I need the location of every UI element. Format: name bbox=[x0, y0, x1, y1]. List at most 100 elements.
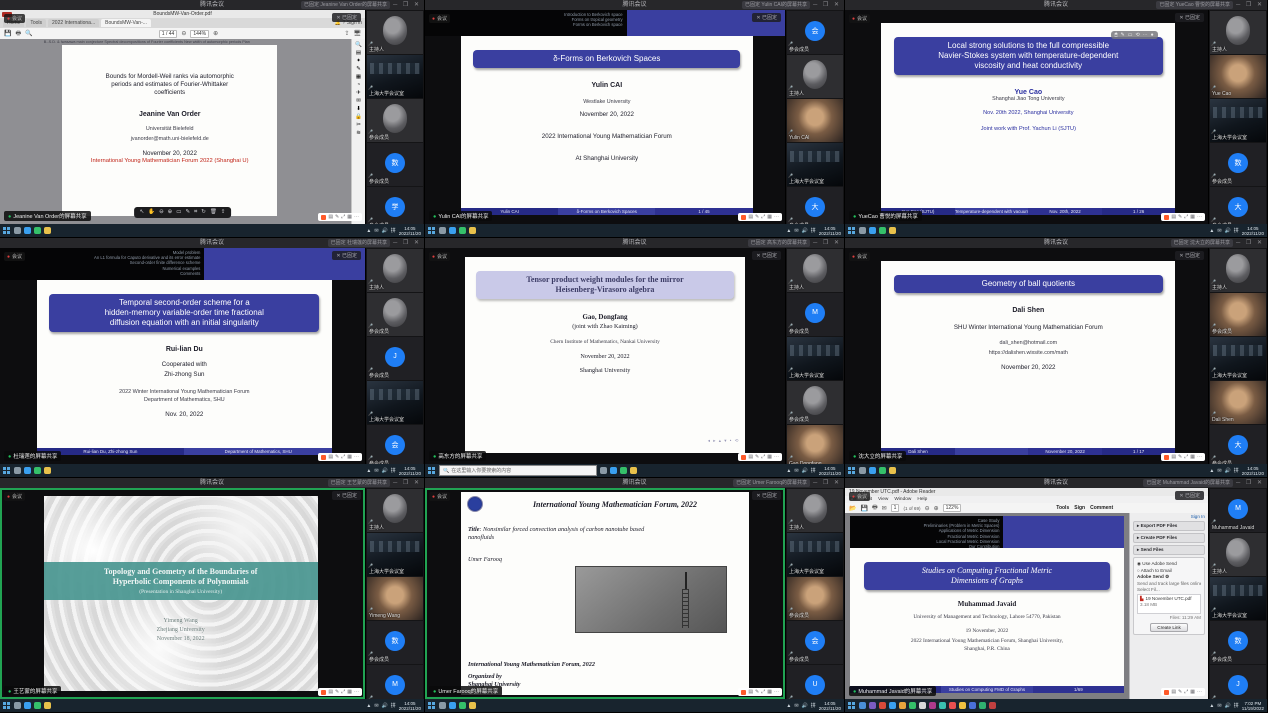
tray-icon[interactable]: ✉ bbox=[794, 468, 798, 474]
meeting-tool-icon[interactable]: ✎ bbox=[755, 689, 759, 695]
taskbar-app-icon[interactable] bbox=[879, 702, 886, 709]
meeting-tool-icon[interactable]: ⋯ bbox=[774, 454, 779, 460]
meeting-tool-icon[interactable]: ✎ bbox=[1178, 454, 1182, 460]
meeting-tool-icon[interactable]: ⤢ bbox=[341, 454, 345, 460]
floating-tool-icon[interactable]: ⊖ bbox=[159, 209, 164, 216]
tray-icon[interactable]: 🔊 bbox=[802, 468, 808, 474]
participant-tile[interactable]: J🎤参会成员 bbox=[1210, 665, 1266, 699]
participant-tile[interactable]: 🎤参会成员 bbox=[787, 577, 843, 620]
meeting-toolbar[interactable]: ▤✎⤢▦⋯ bbox=[1161, 213, 1205, 221]
taskbar-app-icon[interactable] bbox=[14, 467, 21, 474]
tray-icon[interactable]: 拼 bbox=[391, 702, 396, 709]
participant-tile[interactable]: 🎤参会成员 bbox=[787, 381, 843, 424]
acrobat-floating-toolbar[interactable]: ↖✋⊖⊕▭✎⌗↻🗑⇪ bbox=[134, 207, 232, 218]
meeting-tool-icon[interactable]: ✎ bbox=[1178, 689, 1182, 695]
meeting-toolbar[interactable]: ▤✎⤢▦⋯ bbox=[738, 213, 782, 221]
participant-tile[interactable]: 🎤参会成员 bbox=[1210, 293, 1266, 336]
meeting-tool-icon[interactable]: ⋯ bbox=[354, 214, 359, 220]
save-icon[interactable]: 💾 bbox=[860, 505, 867, 512]
meeting-tool-icon[interactable]: ⋯ bbox=[354, 454, 359, 460]
taskbar-app-icon[interactable] bbox=[889, 467, 896, 474]
participant-tile[interactable]: 🎤主持人 bbox=[1210, 249, 1266, 292]
meeting-tool-icon[interactable]: ✎ bbox=[335, 214, 339, 220]
taskbar-app-icon[interactable] bbox=[459, 702, 466, 709]
floating-tool-icon[interactable]: ▭ bbox=[176, 209, 181, 216]
radio-attach-email[interactable]: ○ Attach to Email bbox=[1137, 568, 1201, 573]
participant-tile[interactable]: U🎤参会成员 bbox=[787, 665, 843, 699]
acrobat-tab[interactable]: 2022 Internationa... bbox=[48, 19, 99, 27]
taskbar-app-icon[interactable] bbox=[909, 702, 916, 709]
tool-rail-icon[interactable]: ✦ bbox=[356, 58, 361, 64]
floating-tool-icon[interactable]: ↖ bbox=[140, 209, 145, 216]
pane-link-tools[interactable]: Tools bbox=[1056, 505, 1069, 511]
tray-icon[interactable]: ▲ bbox=[1209, 468, 1214, 474]
participant-tile[interactable]: 数🎤参会成员 bbox=[367, 143, 423, 186]
meeting-tool-icon[interactable]: ▦ bbox=[767, 214, 772, 220]
pane-section[interactable]: ▸ Export PDF Files bbox=[1133, 521, 1205, 531]
radio-use-adobe-send[interactable]: ◉ Use Adobe Send bbox=[1137, 561, 1201, 567]
tray-icon[interactable]: ▲ bbox=[366, 703, 371, 709]
participant-tile[interactable]: 🎤上海大学会议室 bbox=[787, 337, 843, 380]
taskbar-app-icon[interactable] bbox=[34, 467, 41, 474]
tray-icon[interactable]: 拼 bbox=[811, 467, 816, 474]
tray-icon[interactable]: ▲ bbox=[786, 703, 791, 709]
taskbar-app-icon[interactable] bbox=[459, 227, 466, 234]
tool-rail-icon[interactable]: ▦ bbox=[356, 74, 361, 80]
annotation-icon[interactable]: ▭ bbox=[1128, 32, 1133, 38]
tray-icon[interactable]: 🔊 bbox=[802, 228, 808, 234]
participant-tile[interactable]: 🎤主持人 bbox=[367, 11, 423, 54]
meeting-tool-icon[interactable]: ⋯ bbox=[774, 214, 779, 220]
meeting-tool-icon[interactable]: ▦ bbox=[1190, 454, 1195, 460]
participant-tile[interactable]: 🎤上海大学会议室 bbox=[367, 533, 423, 576]
start-button[interactable] bbox=[428, 227, 436, 235]
pinned-tab[interactable]: ✕ 已固定 bbox=[752, 491, 781, 500]
taskbar-app-icon[interactable] bbox=[869, 227, 876, 234]
meeting-tool-icon[interactable]: ⋯ bbox=[774, 689, 779, 695]
window-tab[interactable]: 已固定 杜瑞莲的屏幕共享 bbox=[328, 239, 390, 247]
taskbar-app-icon[interactable] bbox=[899, 702, 906, 709]
tray-icon[interactable]: 🔊 bbox=[1225, 468, 1231, 474]
tool-rail-icon[interactable]: ≋ bbox=[356, 130, 361, 136]
taskbar-app-icon[interactable] bbox=[34, 702, 41, 709]
floating-tool-icon[interactable]: ↻ bbox=[201, 209, 206, 216]
window-controls[interactable]: ─ ❐ ✕ bbox=[813, 0, 841, 10]
floating-tool-icon[interactable]: ⇪ bbox=[221, 209, 226, 216]
zoom-level[interactable]: 122% bbox=[943, 504, 962, 512]
window-controls[interactable]: ─ ❐ ✕ bbox=[813, 478, 841, 488]
menu-item[interactable]: Window bbox=[894, 497, 911, 502]
zoom-in-icon[interactable]: ⊕ bbox=[213, 30, 218, 37]
taskbar-app-icon[interactable] bbox=[939, 702, 946, 709]
present-icon[interactable]: 🖥 bbox=[353, 30, 361, 37]
meeting-tool-icon[interactable]: ✎ bbox=[755, 214, 759, 220]
menu-item[interactable]: View bbox=[878, 497, 888, 502]
taskbar-app-icon[interactable] bbox=[14, 702, 21, 709]
taskbar-app-icon[interactable] bbox=[859, 227, 866, 234]
taskbar-app-icon[interactable] bbox=[869, 702, 876, 709]
participant-tile[interactable]: 🎤主持人 bbox=[367, 489, 423, 532]
meeting-tool-icon[interactable]: ▦ bbox=[1190, 689, 1195, 695]
participant-tile[interactable]: 🎤上海大学会议室 bbox=[1210, 577, 1266, 620]
meeting-tool-icon[interactable]: ⋯ bbox=[1197, 214, 1202, 220]
participant-tile[interactable]: 🎤上海大学会议室 bbox=[787, 533, 843, 576]
start-button[interactable] bbox=[848, 702, 856, 710]
system-tray[interactable]: ▲✉🔊拼14:052022/11/20 bbox=[366, 701, 421, 711]
tray-icon[interactable]: ▲ bbox=[1209, 228, 1214, 234]
taskbar-app-icon[interactable] bbox=[889, 702, 896, 709]
system-tray[interactable]: ▲✉🔊拼7:02 PM11/19/2022 bbox=[1209, 701, 1264, 711]
pinned-tab[interactable]: ✕ 已固定 bbox=[1175, 13, 1204, 22]
tray-icon[interactable]: 🔊 bbox=[1225, 703, 1231, 709]
open-icon[interactable]: 📂 bbox=[849, 505, 856, 512]
tray-icon[interactable]: 拼 bbox=[391, 227, 396, 234]
meeting-tool-icon[interactable]: ▤ bbox=[328, 454, 333, 460]
taskbar-app-icon[interactable] bbox=[469, 227, 476, 234]
meeting-tool-icon[interactable]: ⤢ bbox=[1184, 214, 1188, 220]
tool-rail-icon[interactable]: ✈ bbox=[356, 90, 361, 96]
zoom-out-icon[interactable]: ⊖ bbox=[181, 30, 186, 37]
taskbar-app-icon[interactable] bbox=[859, 702, 866, 709]
taskbar-app-icon[interactable] bbox=[469, 702, 476, 709]
window-tab[interactable]: 已固定 高东方的屏幕共享 bbox=[748, 239, 810, 247]
participant-tile[interactable]: 🎤参会成员 bbox=[367, 99, 423, 142]
tray-icon[interactable]: 拼 bbox=[811, 702, 816, 709]
participant-tile[interactable]: 🎤Dali Shen bbox=[1210, 381, 1266, 424]
participant-tile[interactable]: 数🎤参会成员 bbox=[367, 621, 423, 664]
